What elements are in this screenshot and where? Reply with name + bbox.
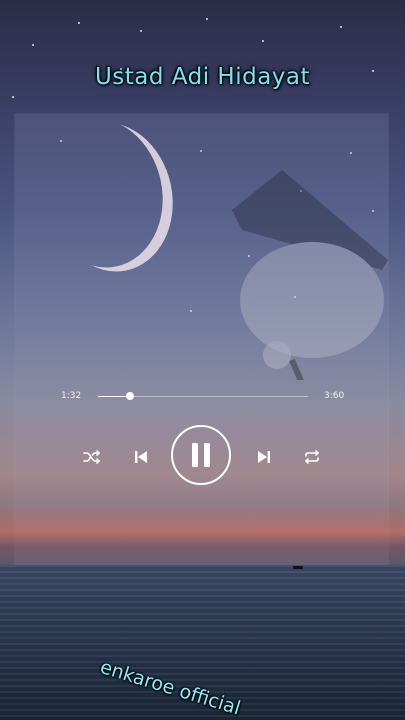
progress-fill: [98, 396, 130, 397]
portrait-overlay-image: [232, 170, 388, 380]
pause-icon: [192, 443, 210, 467]
shuffle-icon: [83, 450, 101, 464]
progress-slider[interactable]: [98, 392, 308, 400]
progress-thumb[interactable]: [125, 392, 134, 400]
sunset-horizon: [0, 505, 405, 565]
shuffle-button[interactable]: [82, 447, 102, 467]
skip-previous-icon: [135, 451, 147, 463]
previous-button[interactable]: [131, 447, 151, 467]
skip-next-icon: [258, 451, 270, 463]
boat-silhouette: [293, 566, 303, 569]
repeat-icon: [305, 450, 319, 464]
repeat-button[interactable]: [302, 447, 322, 467]
next-button[interactable]: [254, 447, 274, 467]
artist-title: Ustad Adi Hidayat: [94, 64, 311, 90]
elapsed-time: 1:32: [61, 391, 82, 401]
pause-icon-wrap: [171, 425, 231, 485]
total-time: 3:60: [324, 391, 345, 401]
